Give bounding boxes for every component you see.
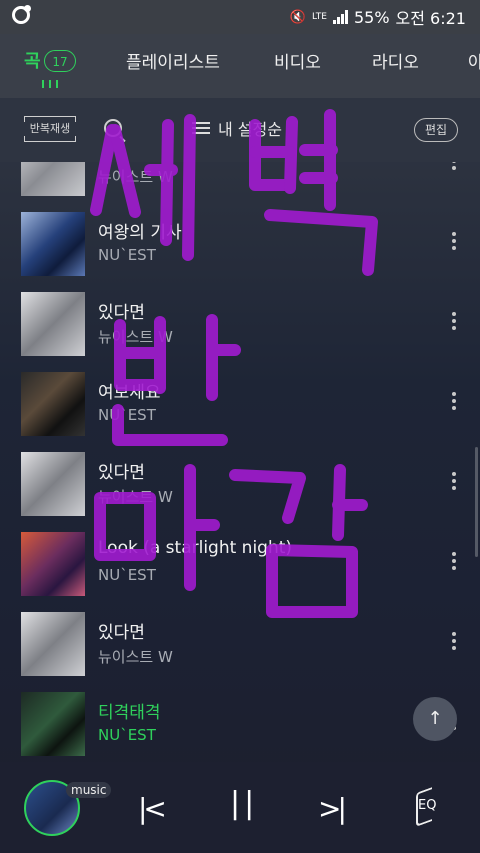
tab-playlist[interactable]: 플레이리스트 (126, 48, 220, 73)
album-art (21, 292, 85, 356)
list-item[interactable]: 있다면 뉴이스트 W (0, 292, 480, 372)
album-art (21, 612, 85, 676)
list-item[interactable]: 여보세요 NU`EST (0, 372, 480, 452)
app-notification-icon (12, 5, 31, 24)
tab-songs[interactable]: 곡 (24, 47, 41, 73)
pause-icon[interactable]: || (230, 786, 258, 821)
song-artist: NU`EST (98, 246, 156, 264)
song-title: 있다면 (98, 463, 145, 483)
list-item[interactable]: 뉴이스트 W (0, 162, 480, 212)
scrollbar[interactable] (475, 447, 478, 557)
album-art (21, 452, 85, 516)
sort-settings-button[interactable]: 내 설정순 (192, 116, 282, 140)
song-title: 여보세요 (98, 383, 161, 403)
list-item[interactable]: Look (a starlight night) NU`EST (0, 532, 480, 612)
next-icon[interactable]: >| (318, 792, 347, 825)
sliders-icon (192, 121, 210, 135)
more-icon[interactable] (452, 552, 458, 573)
album-art (21, 372, 85, 436)
player-label: music (66, 782, 112, 798)
lte-icon: LTE (312, 11, 327, 22)
battery-level: 55% (353, 7, 390, 27)
more-icon[interactable] (452, 472, 458, 493)
status-bar: 🔇 LTE 55% 오전 6:21 (0, 0, 480, 34)
song-artist: NU`EST (98, 406, 156, 424)
song-artist: 뉴이스트 W (98, 168, 173, 186)
song-list: 뉴이스트 W 여왕의 기사 NU`EST 있다면 뉴이스트 W 여보세요 NU`… (0, 162, 480, 762)
more-icon[interactable] (452, 632, 458, 653)
song-title: Look (a starlight night) (98, 538, 293, 558)
more-icon[interactable] (452, 232, 458, 253)
album-art (21, 212, 85, 276)
list-item[interactable]: 있다면 뉴이스트 W (0, 452, 480, 532)
more-icon[interactable] (452, 312, 458, 333)
equalizer-button[interactable]: EQ (418, 798, 436, 813)
list-item-now-playing[interactable]: 티격태격 NU`EST (0, 692, 480, 762)
scroll-to-top-button[interactable]: ↑ (413, 697, 457, 741)
repeat-button[interactable]: 반복재생 (22, 116, 78, 142)
equalizer-indicator-icon (42, 80, 60, 90)
sort-label: 내 설정순 (218, 120, 282, 139)
clock: 오전 6:21 (395, 9, 466, 28)
previous-icon[interactable]: |< (138, 792, 167, 825)
tab-bar: 곡 17 플레이리스트 비디오 라디오 아 (0, 34, 480, 98)
album-art (21, 162, 85, 196)
song-title: 티격태격 (98, 703, 161, 723)
tab-more[interactable]: 아 (468, 48, 480, 73)
signal-icon (332, 10, 348, 24)
song-artist: 뉴이스트 W (98, 488, 173, 506)
album-art (21, 692, 85, 756)
list-item[interactable]: 여왕의 기사 NU`EST (0, 212, 480, 292)
song-artist: NU`EST (98, 566, 156, 584)
edit-button[interactable]: 편집 (414, 118, 458, 142)
tab-video[interactable]: 비디오 (274, 48, 321, 73)
list-toolbar: 반복재생 내 설정순 편집 (0, 98, 480, 162)
song-artist: 뉴이스트 W (98, 328, 173, 346)
more-icon[interactable] (452, 392, 458, 413)
song-title: 있다면 (98, 623, 145, 643)
song-count-badge: 17 (44, 50, 76, 72)
song-title: 여왕의 기사 (98, 223, 182, 243)
mini-player: music |< || >| EQ (0, 762, 480, 853)
search-icon[interactable] (104, 119, 122, 137)
album-art (21, 532, 85, 596)
tab-radio[interactable]: 라디오 (372, 48, 419, 73)
mute-icon: 🔇 (289, 9, 306, 25)
list-item[interactable]: 있다면 뉴이스트 W (0, 612, 480, 692)
song-artist: NU`EST (98, 726, 156, 744)
song-title: 있다면 (98, 303, 145, 323)
more-icon[interactable] (452, 162, 458, 173)
song-artist: 뉴이스트 W (98, 648, 173, 666)
